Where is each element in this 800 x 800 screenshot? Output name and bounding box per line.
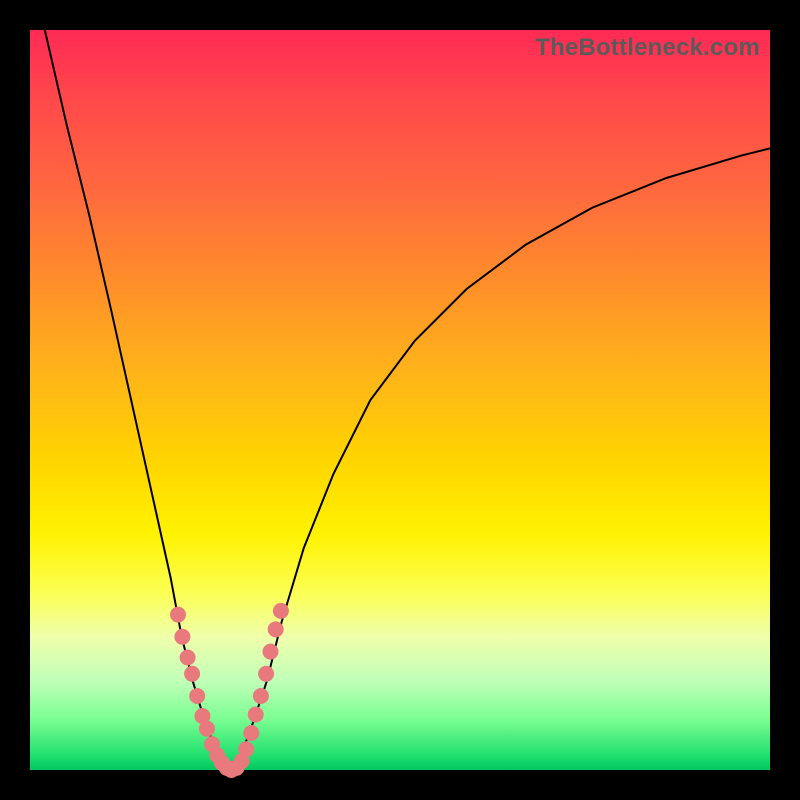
data-marker [263, 644, 279, 660]
outer-frame: TheBottleneck.com [0, 0, 800, 800]
data-marker [258, 666, 274, 682]
data-marker [174, 629, 190, 645]
chart-svg [30, 30, 770, 770]
data-marker [243, 725, 259, 741]
data-marker [199, 721, 215, 737]
data-marker [268, 621, 284, 637]
marker-group [170, 603, 289, 778]
data-marker [238, 741, 254, 757]
plot-area: TheBottleneck.com [30, 30, 770, 770]
right-curve [230, 148, 770, 770]
data-marker [248, 707, 264, 723]
data-marker [273, 603, 289, 619]
data-marker [170, 607, 186, 623]
data-marker [184, 666, 200, 682]
curve-group [45, 30, 770, 770]
data-marker [180, 650, 196, 666]
data-marker [253, 688, 269, 704]
left-curve [45, 30, 230, 770]
data-marker [189, 688, 205, 704]
